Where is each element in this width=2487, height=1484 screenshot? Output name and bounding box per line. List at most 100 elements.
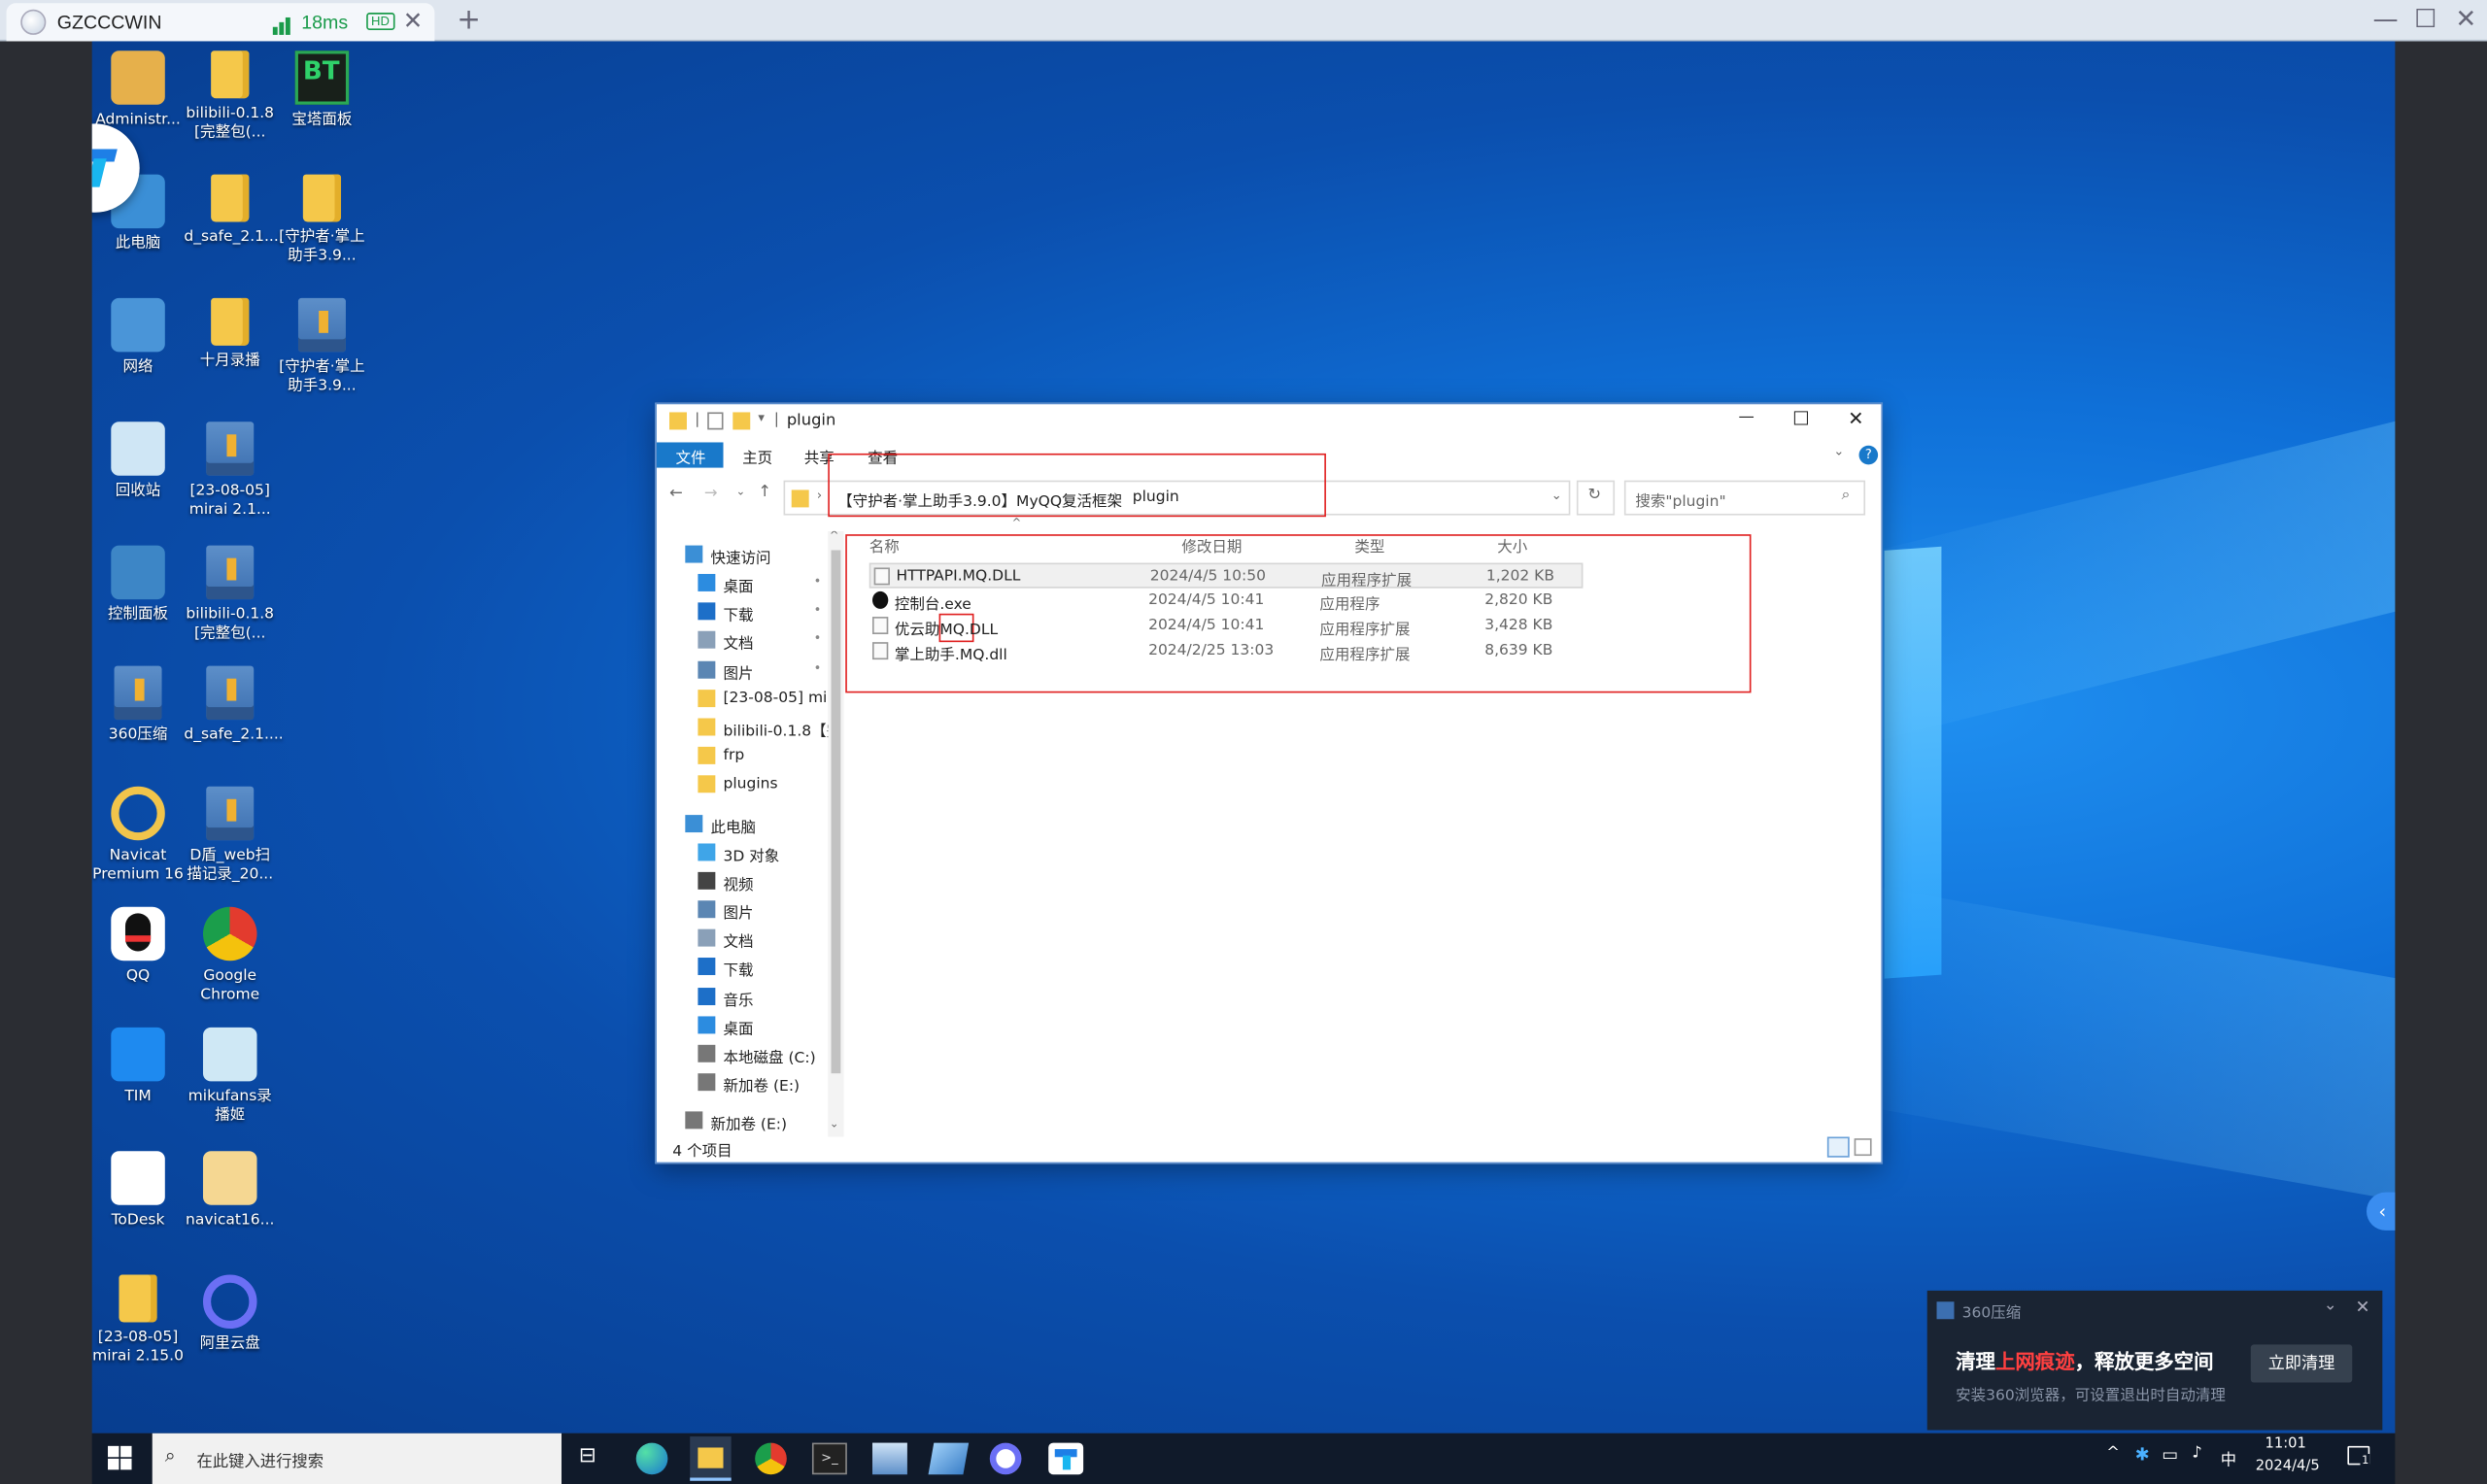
nav-pc-item[interactable]: 图片 — [663, 895, 831, 924]
clean-now-button[interactable]: 立即清理 — [2250, 1344, 2353, 1383]
tab-home[interactable]: 主页 — [742, 446, 772, 468]
notepad-icon[interactable] — [928, 1442, 970, 1475]
nav-pc-item[interactable]: 文档 — [663, 925, 831, 953]
nav-pc-item[interactable]: 3D 对象 — [663, 838, 831, 866]
nav-pc-item[interactable]: 新加卷 (E:) — [663, 1069, 831, 1097]
taskbar-search-box[interactable]: ⌕ 在此键入进行搜索 — [152, 1433, 562, 1484]
desktop-icon-folder[interactable]: [23-08-05] mirai 2.15.0 — [92, 1274, 185, 1367]
desktop-icon-chrome[interactable]: Google Chrome — [184, 906, 276, 1005]
desktop-icon-folder[interactable]: bilibili-0.1.8 [完整包(... — [184, 51, 276, 143]
nav-extra-drive[interactable]: 新加卷 (E:) — [663, 1107, 831, 1135]
scroll-up-icon[interactable]: ^ — [830, 531, 839, 542]
edge-icon[interactable] — [635, 1442, 668, 1475]
file-row[interactable]: HTTPAPI.MQ.DLL 2024/4/5 10:50 应用程序扩展 1,202 … — [869, 562, 1584, 590]
desktop-icon-zip[interactable]: d_safe_2.1.... — [184, 665, 284, 746]
desktop-icon-zip[interactable]: [23-08-05] mirai 2.1... — [184, 422, 276, 520]
desktop-icon-bt[interactable]: BT 宝塔面板 — [276, 51, 368, 130]
file-explorer-taskbar-icon[interactable] — [690, 1436, 732, 1481]
new-tab-button[interactable]: + — [457, 3, 481, 36]
aliyun-drive-icon[interactable] — [989, 1442, 1022, 1475]
nav-quick-item[interactable]: 图片 • — [663, 656, 831, 684]
file-row[interactable]: 优云助MQ.DLL 2024/4/5 10:41 应用程序扩展 3,428 KB — [869, 614, 1584, 639]
desktop-icon-folder[interactable]: 十月录播 — [184, 297, 276, 371]
tray-time[interactable]: 11:01 — [2265, 1436, 2305, 1452]
refresh-button[interactable]: ↻ — [1576, 480, 1616, 516]
close-icon[interactable]: ✕ — [2455, 3, 2476, 33]
minimize-icon[interactable]: — — [2373, 3, 2399, 33]
tab-file[interactable]: 文件 — [656, 442, 724, 468]
ime-indicator[interactable]: 中 — [2221, 1446, 2236, 1469]
nav-quick-access[interactable]: 快速访问 — [663, 541, 831, 569]
desktop-icon-cp[interactable]: 控制面板 — [92, 545, 185, 625]
file-row[interactable]: 掌上助手.MQ.dll 2024/2/25 13:03 应用程序扩展 8,639 KB — [869, 639, 1584, 664]
tray-date[interactable]: 2024/4/5 — [2256, 1459, 2320, 1474]
tray-volume-muted-icon[interactable]: ♪ — [2192, 1444, 2201, 1462]
terminal-icon[interactable]: >_ — [811, 1442, 847, 1475]
up-icon[interactable]: ↑ — [758, 484, 771, 501]
forward-icon[interactable]: → — [704, 486, 718, 503]
nav-pc-item[interactable]: 下载 — [663, 954, 831, 982]
desktop-icon-folder[interactable]: [守护者·掌上助手3.9... — [276, 174, 368, 267]
new-folder-icon[interactable] — [732, 412, 751, 430]
desktop-icon-user[interactable]: Administr... — [92, 51, 185, 130]
qat-dropdown-icon[interactable]: ▾ — [758, 411, 765, 425]
minimize-icon[interactable]: — — [1738, 409, 1754, 426]
desktop-icon-todesk[interactable]: ToDesk — [92, 1151, 185, 1231]
nav-quick-item[interactable]: 下载 • — [663, 598, 831, 626]
back-icon[interactable]: ← — [669, 486, 683, 503]
desktop-icon-bin[interactable]: 回收站 — [92, 422, 185, 501]
action-center-icon[interactable]: 1 — [2347, 1445, 2371, 1467]
close-tab-icon[interactable]: ✕ — [403, 7, 424, 35]
nav-pc-item[interactable]: 音乐 — [663, 982, 831, 1010]
nav-scrollbar[interactable]: ^ ⌄ — [828, 530, 844, 1137]
desktop-icon-zip[interactable]: D盾_web扫描记录_20... — [184, 786, 276, 885]
nav-pc-item[interactable]: 桌面 — [663, 1011, 831, 1039]
nav-this-pc[interactable]: 此电脑 — [663, 810, 831, 838]
desktop-icon-zip[interactable]: 360压缩 — [92, 665, 185, 746]
nav-pc-item[interactable]: 视频 — [663, 867, 831, 895]
address-dropdown-icon[interactable]: ⌄ — [1551, 489, 1562, 503]
chrome-icon[interactable] — [755, 1442, 787, 1475]
popup-collapse-icon[interactable]: ⌄ — [2324, 1297, 2337, 1314]
side-collapse-tab[interactable]: ‹ — [2366, 1192, 2396, 1231]
maximize-icon[interactable]: ☐ — [1792, 408, 1810, 430]
maximize-icon[interactable]: ☐ — [2414, 3, 2436, 33]
close-icon[interactable]: ✕ — [1848, 408, 1863, 430]
desktop-icon-net[interactable]: 网络 — [92, 297, 185, 378]
nav-quick-item[interactable]: frp — [663, 742, 831, 770]
tray-network-icon[interactable]: ▭ — [2162, 1444, 2178, 1465]
desktop-icon-tim[interactable]: TIM — [92, 1027, 185, 1107]
desktop-icon-qq[interactable]: QQ — [92, 906, 185, 987]
task-view-icon[interactable]: ⊟ — [579, 1444, 596, 1467]
nav-quick-item[interactable]: 桌面 • — [663, 569, 831, 597]
nav-quick-item[interactable]: bilibili-0.1.8【完 — [663, 714, 835, 742]
network-drive-icon[interactable] — [871, 1442, 907, 1475]
desktop-icon-navicat[interactable]: Navicat Premium 16 — [92, 786, 185, 885]
nav-quick-item[interactable]: [23-08-05] mira — [663, 685, 835, 713]
help-icon[interactable]: ? — [1858, 445, 1879, 465]
desktop-icon-zip[interactable]: bilibili-0.1.8 [完整包(... — [184, 545, 276, 644]
desktop-icon-navicat16[interactable]: navicat16... — [184, 1151, 276, 1231]
desktop-icon-zip[interactable]: [守护者·掌上助手3.9... — [276, 297, 368, 396]
nav-quick-item[interactable]: plugins — [663, 771, 831, 799]
file-row[interactable]: 控制台.exe 2024/4/5 10:41 应用程序 2,820 KB — [869, 589, 1584, 614]
desktop-icon-miku[interactable]: mikufans录播姬 — [184, 1027, 276, 1126]
desktop-icon-aliyun[interactable]: 阿里云盘 — [184, 1274, 276, 1355]
recent-dropdown-icon[interactable]: ⌄ — [736, 486, 746, 498]
search-box[interactable]: 搜索"plugin" ⌕ — [1623, 480, 1866, 516]
start-button[interactable] — [108, 1445, 133, 1471]
todesk-taskbar-icon[interactable] — [1048, 1442, 1084, 1475]
desktop-icon-folder[interactable]: d_safe_2.1.... — [184, 174, 284, 248]
tray-app-icon[interactable]: ✱ — [2135, 1444, 2150, 1465]
remote-tab[interactable]: GZCCCWIN 18ms HD ✕ — [6, 3, 435, 42]
large-icons-view-icon[interactable] — [1854, 1138, 1872, 1157]
properties-icon[interactable] — [707, 412, 724, 430]
nav-pc-item[interactable]: 本地磁盘 (C:) — [663, 1040, 831, 1068]
tray-overflow-icon[interactable]: ^ — [2106, 1444, 2120, 1462]
nav-quick-item[interactable]: 文档 • — [663, 626, 831, 655]
scroll-down-icon[interactable]: ⌄ — [830, 1118, 839, 1130]
nav-scroll-thumb[interactable] — [831, 550, 841, 1074]
popup-close-icon[interactable]: ✕ — [2356, 1297, 2370, 1317]
ribbon-expand-icon[interactable]: ⌄ — [1833, 444, 1844, 458]
details-view-icon[interactable] — [1826, 1136, 1850, 1158]
